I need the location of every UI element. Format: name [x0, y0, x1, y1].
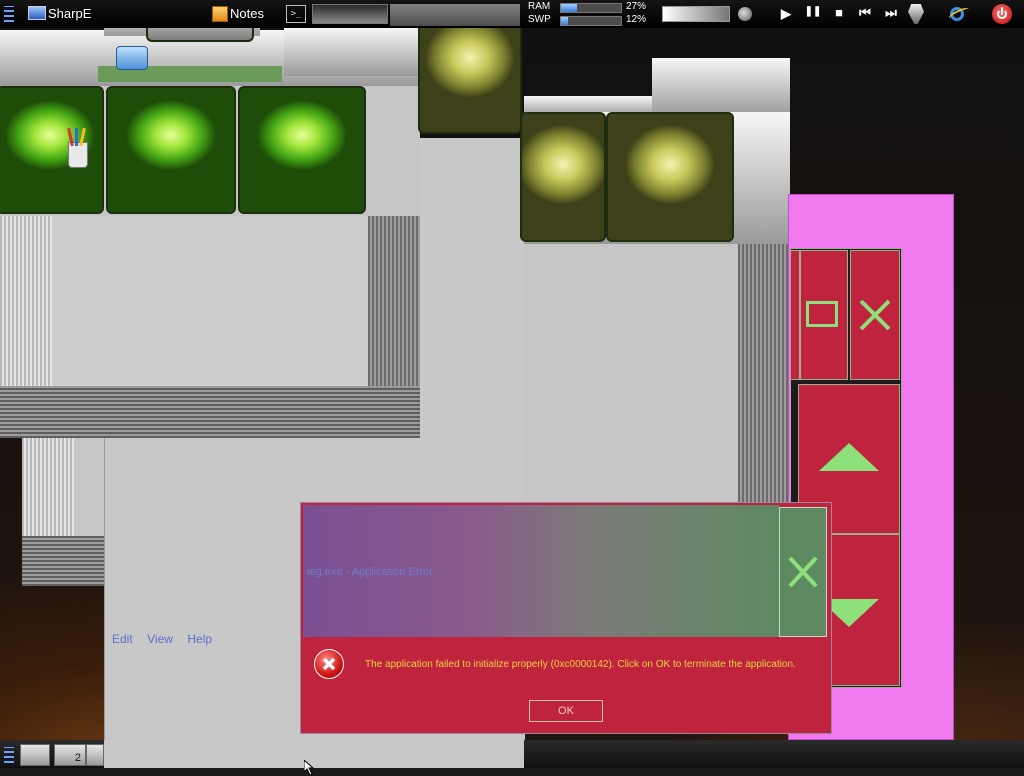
notes-button[interactable]: Notes [210, 3, 276, 25]
menu-view[interactable]: View [147, 632, 173, 646]
left-window [0, 30, 420, 438]
pause-icon[interactable]: ❚❚ [803, 6, 823, 17]
power-icon[interactable] [992, 4, 1012, 24]
close-icon [859, 299, 891, 331]
menu-grip-icon[interactable] [4, 747, 14, 763]
dialog-title: ieg.exe - Application Error [307, 566, 433, 578]
internet-explorer-icon[interactable] [947, 4, 971, 24]
ram-meter [560, 3, 622, 13]
green-orb-button-3[interactable] [238, 86, 366, 214]
left-window-bottom-bar [0, 386, 420, 438]
left-window-content [52, 216, 368, 386]
minimized-window-body [74, 438, 104, 536]
swap-meter [560, 16, 622, 26]
right-window-header-right [652, 58, 790, 116]
close-icon [788, 556, 818, 588]
monitor-icon [28, 6, 46, 20]
menu-help[interactable]: Help [187, 632, 212, 646]
dialog-message: The application failed to initialize pro… [365, 659, 796, 670]
menu-grip-icon[interactable] [4, 6, 14, 22]
right-window-stripe [738, 244, 790, 502]
volume-slider[interactable] [662, 6, 730, 22]
right-window-content [524, 244, 738, 502]
background-window-menu: Edit View Help [112, 630, 252, 646]
minimized-window-stripe [22, 438, 74, 536]
left-window-stripe-left [0, 216, 52, 386]
notes-icon [212, 6, 228, 22]
terminal-icon[interactable]: >_ [286, 5, 306, 23]
paint-icon[interactable] [64, 127, 90, 168]
top-taskbar: SharpE Notes >_ RAM 27% SWP 12% ▶ ❚❚ ■ ⏮… [0, 0, 1024, 28]
error-icon [314, 649, 344, 679]
bottom-taskbar: 2 [0, 740, 1024, 768]
minimized-window-bar [22, 536, 104, 586]
olive-orb-button-1[interactable] [520, 112, 606, 242]
dialog-title-bar[interactable]: ieg.exe - Application Error [303, 505, 779, 637]
next-icon[interactable]: ⏭ [881, 5, 901, 21]
ram-label: RAM [528, 1, 551, 12]
swap-value: 12% [626, 14, 647, 25]
left-window-stripe-right [368, 216, 420, 386]
notes-label: Notes [230, 6, 264, 21]
olive-orb-button-2[interactable] [606, 112, 734, 242]
maximize-icon [806, 301, 838, 327]
maximize-button[interactable] [800, 250, 848, 380]
calculator-icon[interactable] [116, 46, 148, 70]
pink-window-left-edge [790, 250, 800, 380]
ok-button[interactable]: OK [529, 700, 603, 722]
swap-label: SWP [528, 14, 551, 25]
stop-icon[interactable]: ■ [829, 5, 849, 20]
left-window-tab-2[interactable] [284, 28, 420, 76]
green-orb-button-2[interactable] [106, 86, 236, 214]
mouse-cursor [304, 760, 315, 776]
desktop-pager[interactable]: 2 [54, 744, 86, 766]
taskbar-slot[interactable] [86, 744, 104, 766]
menu-edit[interactable]: Edit [112, 632, 133, 646]
ram-value: 27% [626, 1, 647, 12]
start-label: SharpE [48, 6, 92, 21]
play-icon[interactable]: ▶ [776, 6, 796, 22]
command-input[interactable] [312, 4, 388, 24]
window-close-button[interactable] [850, 250, 900, 380]
error-dialog: ieg.exe - Application Error The applicat… [300, 502, 832, 734]
swap-meter-fill [561, 17, 569, 25]
previous-icon[interactable]: ⏮ [855, 5, 875, 21]
volume-icon[interactable] [738, 7, 752, 21]
desktop-number: 2 [74, 752, 81, 764]
start-button[interactable]: SharpE [26, 3, 96, 25]
window-list-icon[interactable] [20, 744, 50, 766]
hardware-icon[interactable] [908, 4, 924, 24]
dialog-close-button[interactable] [779, 507, 827, 637]
ram-meter-fill [561, 4, 578, 12]
taskbar-window-slot[interactable] [390, 4, 520, 26]
